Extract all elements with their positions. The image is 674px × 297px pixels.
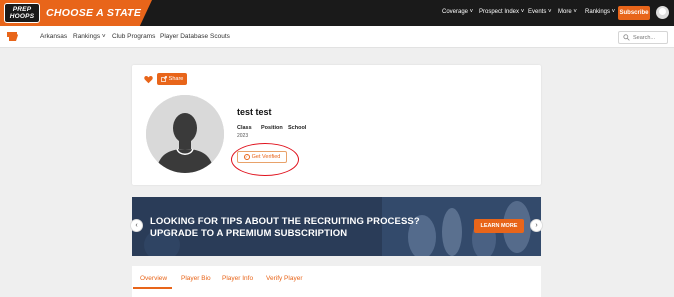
player-name: test test bbox=[237, 107, 272, 117]
banner-line2: UPGRADE TO A PREMIUM SUBSCRIPTION bbox=[150, 228, 348, 239]
top-nav-bar: PREP HOOPS CHOOSE A STATE ⌄ Coverage ˅ P… bbox=[0, 0, 674, 26]
subnav-player-database[interactable]: Player Database bbox=[160, 33, 208, 40]
learn-more-button[interactable]: LEARN MORE bbox=[474, 219, 524, 233]
nav-events[interactable]: Events ˅ bbox=[528, 9, 552, 15]
player-avatar bbox=[146, 95, 224, 173]
chevron-down-icon[interactable]: ⌄ bbox=[126, 9, 132, 17]
school-label: School bbox=[288, 125, 307, 131]
tab-overview[interactable]: Overview bbox=[140, 275, 167, 282]
highlight-circle-annotation bbox=[231, 143, 299, 176]
chevron-right-icon: › bbox=[535, 222, 538, 229]
tab-player-bio[interactable]: Player Bio bbox=[181, 275, 211, 282]
active-tab-indicator bbox=[133, 287, 172, 289]
search-input[interactable] bbox=[633, 33, 667, 43]
user-avatar[interactable] bbox=[656, 6, 669, 19]
nav-rankings[interactable]: Rankings ˅ bbox=[585, 9, 615, 15]
prep-hoops-logo[interactable]: PREP HOOPS bbox=[4, 3, 40, 23]
default-person-icon bbox=[146, 95, 224, 173]
search-icon bbox=[623, 34, 630, 41]
sub-nav-bar: Arkansas Rankings ˅ Club Programs Player… bbox=[0, 26, 674, 48]
subnav-scouts[interactable]: Scouts bbox=[210, 33, 230, 40]
position-label: Position bbox=[261, 125, 283, 131]
banner-text: LOOKING FOR TIPS ABOUT THE RECRUITING PR… bbox=[150, 216, 420, 240]
tab-player-info[interactable]: Player Info bbox=[222, 275, 253, 282]
arkansas-state-icon[interactable] bbox=[7, 31, 18, 42]
nav-coverage[interactable]: Coverage ˅ bbox=[442, 9, 473, 15]
search-box[interactable] bbox=[618, 31, 668, 44]
heart-icon[interactable] bbox=[144, 75, 153, 84]
logo-line2: HOOPS bbox=[9, 13, 35, 20]
class-value: 2023 bbox=[237, 133, 249, 139]
subscribe-button[interactable]: Subscribe bbox=[618, 6, 650, 20]
nav-more[interactable]: More ˅ bbox=[558, 9, 577, 15]
chevron-left-icon: ‹ bbox=[135, 222, 138, 229]
share-label: Share bbox=[168, 76, 184, 82]
share-icon bbox=[160, 76, 167, 82]
subnav-arkansas[interactable]: Arkansas bbox=[40, 33, 67, 40]
banner-line1: LOOKING FOR TIPS ABOUT THE RECRUITING PR… bbox=[150, 216, 420, 227]
nav-prospect-index[interactable]: Prospect Index ˅ bbox=[479, 9, 524, 15]
subnav-rankings[interactable]: Rankings ˅ bbox=[73, 33, 106, 40]
tab-verify-player[interactable]: Verify Player bbox=[266, 275, 303, 282]
logo-line1: PREP bbox=[12, 6, 32, 13]
banner-prev-button[interactable]: ‹ bbox=[130, 219, 143, 232]
subnav-club-programs[interactable]: Club Programs bbox=[112, 33, 155, 40]
share-button[interactable]: Share bbox=[157, 73, 187, 85]
banner-next-button[interactable]: › bbox=[530, 219, 543, 232]
class-label: Class bbox=[237, 125, 252, 131]
